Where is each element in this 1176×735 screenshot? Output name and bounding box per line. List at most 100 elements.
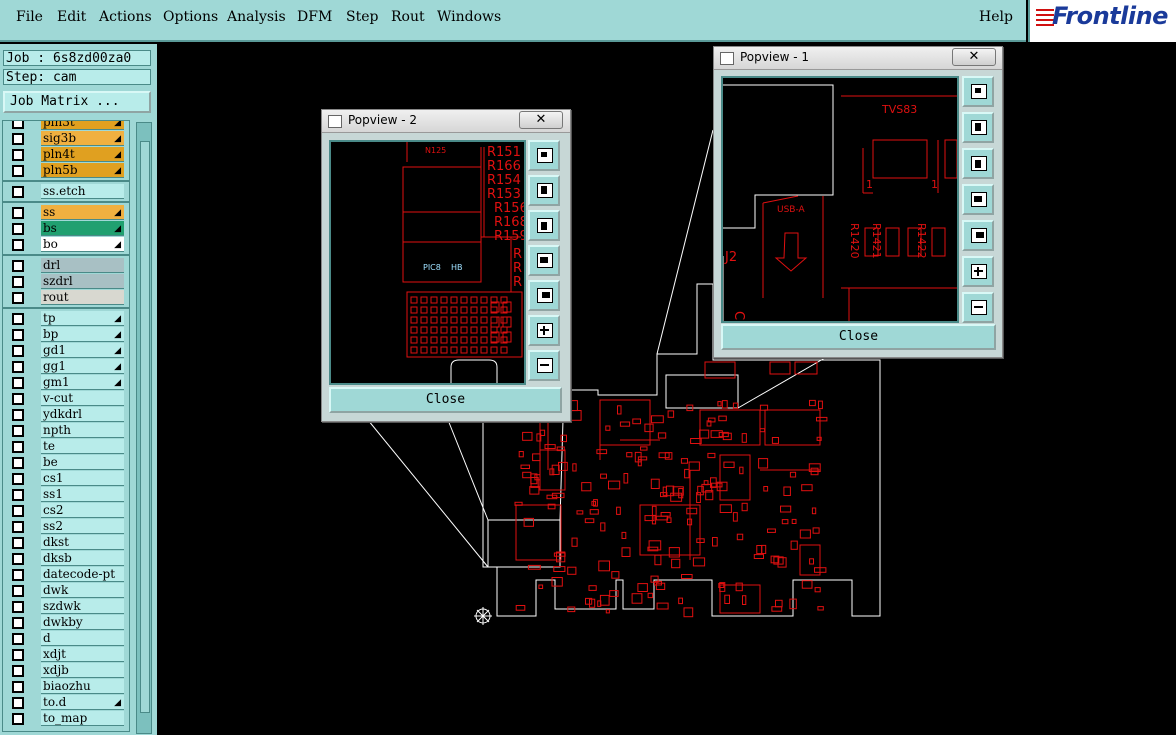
layer-name[interactable]: szdrl: [41, 274, 124, 289]
layer-row[interactable]: szdwk: [3, 599, 129, 615]
layer-checkbox[interactable]: [12, 409, 24, 421]
pan-right-icon[interactable]: [962, 220, 994, 251]
popview-1-window[interactable]: Popview - 1 ✕ TVS83 J2 R1420 R1421 R1422…: [713, 46, 1003, 358]
layer-name[interactable]: ss2: [41, 519, 124, 534]
layer-checkbox[interactable]: [12, 601, 24, 613]
popview-1-close-button[interactable]: Close: [721, 324, 996, 350]
job-matrix-button[interactable]: Job Matrix ...: [3, 91, 151, 113]
layer-row[interactable]: ss ◢: [3, 205, 129, 221]
layer-name[interactable]: pln3t ◢: [41, 121, 124, 130]
layer-checkbox[interactable]: [12, 665, 24, 677]
layer-name[interactable]: drl: [41, 258, 124, 273]
layer-name[interactable]: pln4t ◢: [41, 147, 124, 162]
layer-row[interactable]: gm1 ◢: [3, 375, 129, 391]
layer-row[interactable]: xdjt: [3, 647, 129, 663]
zoom-fit-icon[interactable]: [528, 140, 560, 171]
layer-row[interactable]: pln3t ◢: [3, 121, 129, 131]
layer-row[interactable]: dwkby: [3, 615, 129, 631]
pan-left-icon[interactable]: [962, 184, 994, 215]
menu-rout[interactable]: Rout: [391, 9, 425, 25]
zoom-in-icon[interactable]: [528, 315, 560, 346]
layer-name[interactable]: cs1: [41, 471, 124, 486]
layer-name[interactable]: dkst: [41, 535, 124, 550]
layer-name[interactable]: tp ◢: [41, 311, 124, 326]
layer-row[interactable]: dksb: [3, 551, 129, 567]
layer-checkbox[interactable]: [12, 569, 24, 581]
layer-name[interactable]: dwk: [41, 583, 124, 598]
layer-row[interactable]: tp ◢: [3, 311, 129, 327]
layer-checkbox[interactable]: [12, 239, 24, 251]
layer-checkbox[interactable]: [12, 393, 24, 405]
layer-name[interactable]: to.d ◢: [41, 695, 124, 710]
layer-name[interactable]: gm1 ◢: [41, 375, 124, 390]
layer-checkbox[interactable]: [12, 361, 24, 373]
zoom-in-icon[interactable]: [962, 256, 994, 287]
layer-name[interactable]: dwkby: [41, 615, 124, 630]
layer-checkbox[interactable]: [12, 186, 24, 198]
layer-row[interactable]: bo ◢: [3, 237, 129, 253]
menu-step[interactable]: Step: [346, 9, 378, 25]
graphics-canvas[interactable]: [157, 44, 1176, 735]
menu-edit[interactable]: Edit: [57, 9, 86, 25]
close-icon[interactable]: ✕: [952, 48, 996, 66]
pan-left-icon[interactable]: [528, 245, 560, 276]
layer-row[interactable]: ss1: [3, 487, 129, 503]
layer-name[interactable]: datecode-pt: [41, 567, 124, 582]
layer-name[interactable]: cs2: [41, 503, 124, 518]
layer-name[interactable]: dksb: [41, 551, 124, 566]
pan-down-icon[interactable]: [962, 148, 994, 179]
close-icon[interactable]: ✕: [519, 111, 563, 129]
layer-row[interactable]: dkst: [3, 535, 129, 551]
layer-list-scrollbar[interactable]: [136, 122, 152, 734]
layer-checkbox[interactable]: [12, 633, 24, 645]
layer-row[interactable]: ydkdrl: [3, 407, 129, 423]
zoom-out-icon[interactable]: [528, 350, 560, 381]
layer-row[interactable]: npth: [3, 423, 129, 439]
popview-1-titlebar[interactable]: Popview - 1 ✕: [714, 47, 1002, 70]
layer-checkbox[interactable]: [12, 697, 24, 709]
layer-name[interactable]: szdwk: [41, 599, 124, 614]
layer-checkbox[interactable]: [12, 313, 24, 325]
layer-checkbox[interactable]: [12, 377, 24, 389]
layer-checkbox[interactable]: [12, 713, 24, 725]
layer-name[interactable]: bo ◢: [41, 237, 124, 252]
layer-row[interactable]: ss.etch: [3, 184, 129, 200]
layer-name[interactable]: xdjt: [41, 647, 124, 662]
layer-checkbox[interactable]: [12, 553, 24, 565]
layer-row[interactable]: pln4t ◢: [3, 147, 129, 163]
layer-name[interactable]: ss ◢: [41, 205, 124, 220]
layer-row[interactable]: cs1: [3, 471, 129, 487]
layer-row[interactable]: datecode-pt: [3, 567, 129, 583]
layer-name[interactable]: v-cut: [41, 391, 124, 406]
layer-checkbox[interactable]: [12, 441, 24, 453]
zoom-fit-icon[interactable]: [962, 76, 994, 107]
layer-checkbox[interactable]: [12, 329, 24, 341]
menu-options[interactable]: Options: [163, 9, 218, 25]
menu-windows[interactable]: Windows: [437, 9, 501, 25]
layer-name[interactable]: bp ◢: [41, 327, 124, 342]
layer-row[interactable]: drl: [3, 258, 129, 274]
layer-name[interactable]: ydkdrl: [41, 407, 124, 422]
layer-name[interactable]: d: [41, 631, 124, 646]
layer-row[interactable]: bp ◢: [3, 327, 129, 343]
layer-checkbox[interactable]: [12, 425, 24, 437]
menu-actions[interactable]: Actions: [99, 9, 152, 25]
layer-row[interactable]: pln5b ◢: [3, 163, 129, 179]
layer-checkbox[interactable]: [12, 649, 24, 661]
layer-row[interactable]: szdrl: [3, 274, 129, 290]
layer-checkbox[interactable]: [12, 276, 24, 288]
layer-name[interactable]: gg1 ◢: [41, 359, 124, 374]
layer-name[interactable]: ss1: [41, 487, 124, 502]
layer-row[interactable]: gd1 ◢: [3, 343, 129, 359]
layer-name[interactable]: be: [41, 455, 124, 470]
menu-dfm[interactable]: DFM: [297, 9, 332, 25]
popview-2-titlebar[interactable]: Popview - 2 ✕: [322, 110, 570, 133]
layer-checkbox[interactable]: [12, 345, 24, 357]
layer-row[interactable]: gg1 ◢: [3, 359, 129, 375]
layer-row[interactable]: rout: [3, 290, 129, 306]
layer-row[interactable]: to.d ◢: [3, 695, 129, 711]
layer-checkbox[interactable]: [12, 133, 24, 145]
layer-checkbox[interactable]: [12, 505, 24, 517]
layer-checkbox[interactable]: [12, 121, 24, 129]
popview-2-view[interactable]: R151 R166 R154 R153 R156 R168 R159 R R R…: [329, 140, 526, 385]
